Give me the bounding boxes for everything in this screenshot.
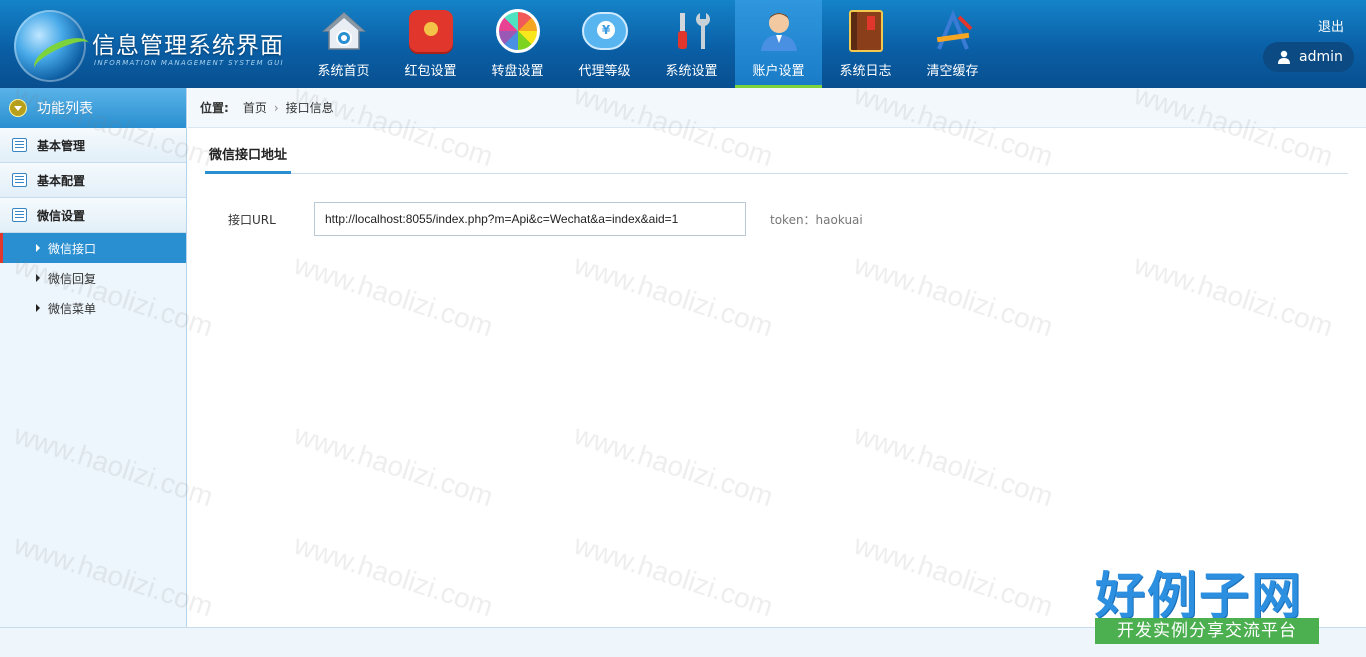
app-subtitle: INFORMATION MANAGEMENT SYSTEM GUI xyxy=(94,59,284,67)
nav-item-agent-level[interactable]: ¥ 代理等级 xyxy=(561,0,648,88)
interface-url-input[interactable] xyxy=(314,202,746,236)
sidebar-section-label: 基本管理 xyxy=(37,138,86,153)
tab-bar: 微信接口地址 xyxy=(205,144,1348,174)
sidebar-item-wechat-menu[interactable]: 微信菜单 xyxy=(0,293,186,323)
caret-right-icon xyxy=(36,274,40,282)
app-logo: 信息管理系统界面 INFORMATION MANAGEMENT SYSTEM G… xyxy=(10,8,300,84)
nav-label: 系统设置 xyxy=(665,64,718,79)
sidebar-section-label: 微信设置 xyxy=(37,208,86,223)
clean-icon xyxy=(930,8,976,54)
nav-label: 账户设置 xyxy=(752,64,805,79)
sidebar-item-wechat-interface[interactable]: 微信接口 xyxy=(0,233,186,263)
user-name: admin xyxy=(1299,49,1343,65)
logout-link[interactable]: 退出 xyxy=(1318,16,1344,35)
nav-label: 红包设置 xyxy=(404,64,457,79)
user-avatar-icon xyxy=(1278,50,1290,64)
nav-item-wheel[interactable]: 转盘设置 xyxy=(474,0,561,88)
book-icon xyxy=(843,8,889,54)
nav-label: 转盘设置 xyxy=(491,64,544,79)
nav-label: 系统日志 xyxy=(839,64,892,79)
nav-item-clear-cache[interactable]: 清空缓存 xyxy=(909,0,996,88)
interface-url-label: 接口URL xyxy=(228,212,276,227)
breadcrumb: 位置: 首页 › 接口信息 xyxy=(188,88,1366,128)
nav-item-red-packet[interactable]: 红包设置 xyxy=(387,0,474,88)
home-icon xyxy=(321,8,367,54)
caret-right-icon xyxy=(36,244,40,252)
list-icon xyxy=(12,173,27,187)
sidebar-item-label: 微信菜单 xyxy=(48,301,97,316)
sidebar-item-wechat-reply[interactable]: 微信回复 xyxy=(0,263,186,293)
sidebar-title: 功能列表 xyxy=(37,101,93,117)
top-header: 信息管理系统界面 INFORMATION MANAGEMENT SYSTEM G… xyxy=(0,0,1366,88)
sidebar-section-wechat-settings[interactable]: 微信设置 xyxy=(0,198,186,233)
top-nav: 系统首页 红包设置 转盘设置 ¥ 代理等级 系统设置 账户设置 系统日志 清空缓… xyxy=(300,0,996,88)
breadcrumb-separator: › xyxy=(273,100,279,115)
sidebar-section-label: 基本配置 xyxy=(37,173,86,188)
breadcrumb-home-link[interactable]: 首页 xyxy=(243,99,267,116)
sidebar: 功能列表 基本管理 基本配置 微信设置 微信接口 微信回复 微信菜单 xyxy=(0,88,187,627)
nav-label: 系统首页 xyxy=(317,64,370,79)
wheel-icon xyxy=(495,8,541,54)
sidebar-section-basic-management[interactable]: 基本管理 xyxy=(0,128,186,163)
app-title: 信息管理系统界面 xyxy=(92,33,284,59)
user-account-button[interactable]: admin xyxy=(1263,42,1354,72)
nav-item-system-settings[interactable]: 系统设置 xyxy=(648,0,735,88)
list-icon xyxy=(12,208,27,222)
tab-wechat-interface-url[interactable]: 微信接口地址 xyxy=(205,144,292,174)
token-hint: token：haokuai xyxy=(770,212,863,227)
nav-item-account-settings[interactable]: 账户设置 xyxy=(735,0,822,88)
sidebar-item-label: 微信回复 xyxy=(48,271,97,286)
main-content: 位置: 首页 › 接口信息 微信接口地址 接口URL token：haokuai xyxy=(188,88,1366,627)
nav-item-home[interactable]: 系统首页 xyxy=(300,0,387,88)
chevron-down-icon xyxy=(9,99,27,117)
breadcrumb-label: 位置: xyxy=(200,101,229,115)
nav-label: 代理等级 xyxy=(578,64,631,79)
user-icon xyxy=(756,8,802,54)
sidebar-item-label: 微信接口 xyxy=(48,241,97,256)
interface-url-row: 接口URL token：haokuai xyxy=(228,202,863,236)
sidebar-section-basic-config[interactable]: 基本配置 xyxy=(0,163,186,198)
red-packet-icon xyxy=(408,8,454,54)
sidebar-header: 功能列表 xyxy=(0,88,186,128)
nav-label: 清空缓存 xyxy=(926,64,979,79)
list-icon xyxy=(12,138,27,152)
yen-cloud-icon: ¥ xyxy=(582,8,628,54)
tools-icon xyxy=(669,8,715,54)
breadcrumb-current: 接口信息 xyxy=(285,101,334,115)
caret-right-icon xyxy=(36,304,40,312)
footer-bar xyxy=(0,627,1366,657)
nav-item-system-log[interactable]: 系统日志 xyxy=(822,0,909,88)
